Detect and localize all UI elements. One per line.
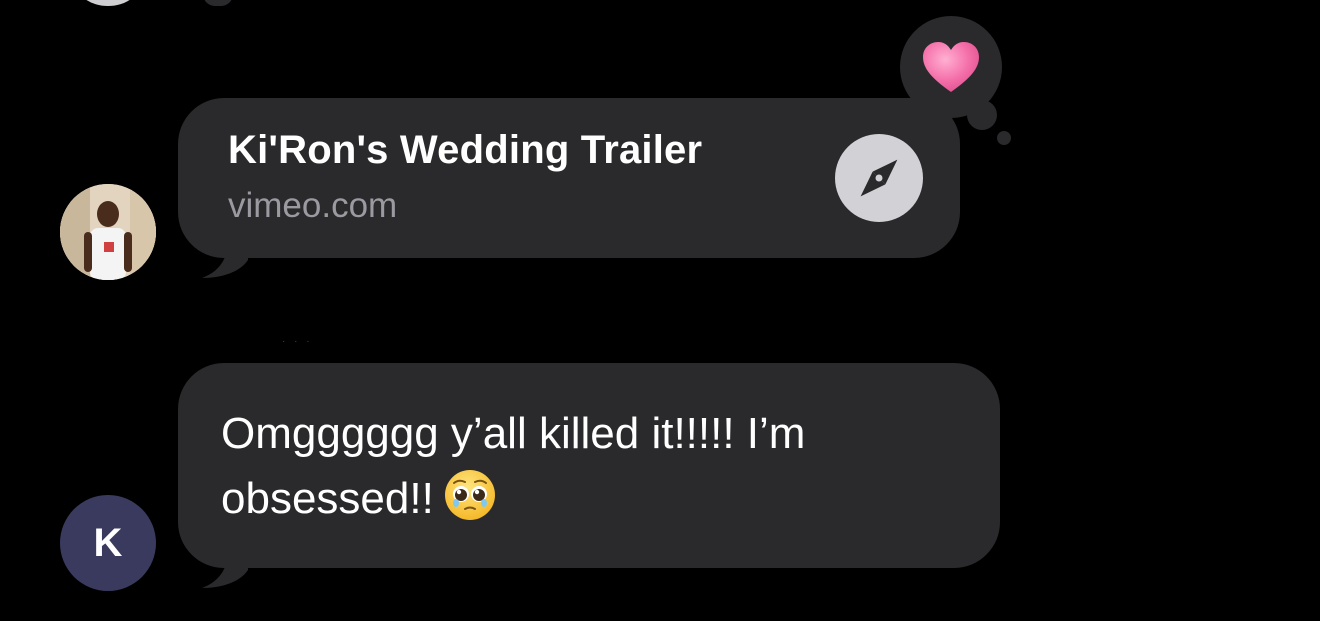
compass-icon[interactable] bbox=[835, 134, 923, 222]
previous-avatar bbox=[76, 0, 140, 6]
link-domain: vimeo.com bbox=[228, 186, 398, 225]
reaction-bubble-dot-small bbox=[997, 131, 1011, 145]
separator-dots: · · · bbox=[282, 336, 313, 347]
reaction-bubble-dot bbox=[967, 100, 997, 130]
avatar-letter[interactable]: K bbox=[60, 495, 156, 591]
message-bubble-tail bbox=[202, 550, 248, 588]
message-text: Omgggggg y’all killed it!!!!! I’m obsess… bbox=[221, 409, 806, 523]
previous-bubble-tail bbox=[203, 0, 233, 6]
link-preview-bubble[interactable]: Ki'Ron's Wedding Trailer vimeo.com bbox=[178, 98, 960, 258]
link-title: Ki'Ron's Wedding Trailer bbox=[228, 128, 703, 172]
pleading-face-emoji-icon bbox=[444, 470, 495, 520]
message-bubble[interactable]: Omgggggg y’all killed it!!!!! I’m obsess… bbox=[178, 363, 1000, 568]
avatar[interactable] bbox=[60, 184, 156, 280]
heart-icon bbox=[923, 42, 979, 92]
message-text-container: Omgggggg y’all killed it!!!!! I’m obsess… bbox=[221, 401, 981, 531]
link-bubble-tail bbox=[202, 240, 248, 278]
